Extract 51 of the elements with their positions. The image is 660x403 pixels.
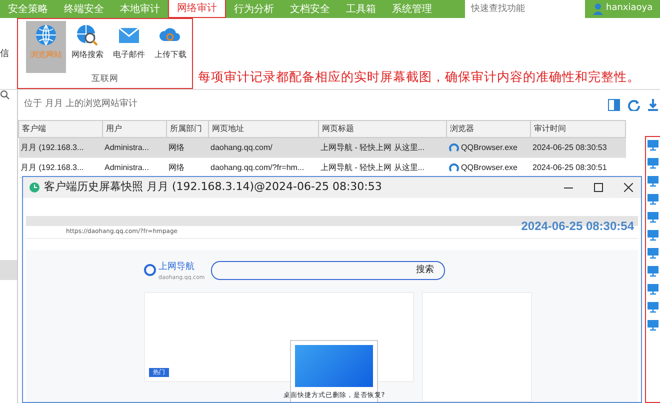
column-header[interactable]: 用户 — [102, 120, 166, 138]
monitor-icon[interactable] — [647, 247, 659, 259]
column-header[interactable]: 网页标题 — [318, 120, 446, 138]
column-header[interactable]: 网页地址 — [208, 120, 318, 138]
column-header[interactable]: 审计时间 — [530, 120, 626, 138]
nav-tab[interactable]: 网络审计 — [168, 0, 226, 18]
logo-text: 上网导航 — [158, 262, 194, 272]
globe-search-icon — [76, 24, 98, 46]
ribbon-button[interactable]: 上传下载 — [150, 21, 190, 73]
monitor-icon[interactable] — [647, 175, 659, 187]
window-title: 客户端历史屏幕快照 月月 (192.168.3.14)@2024-06-25 08:30:53 — [44, 179, 382, 196]
selected-row-highlight — [0, 260, 17, 280]
globe-icon — [34, 24, 57, 46]
monitor-icon[interactable] — [647, 193, 659, 205]
clock-icon — [29, 182, 40, 193]
timestamp-text: 2024-06-25 08:30:54 — [521, 218, 634, 235]
logo-icon — [144, 264, 156, 276]
table-cell: daohang.qq.com/ — [208, 138, 318, 158]
table-cell: 月月 (192.168.3... — [18, 138, 102, 158]
monitor-icon[interactable] — [647, 139, 659, 151]
ribbon-label: 信 — [0, 48, 9, 61]
column-header[interactable]: 浏览器 — [446, 120, 530, 138]
column-header[interactable]: 所属部门 — [166, 120, 208, 138]
table-cell: QQBrowser.exe — [461, 162, 518, 174]
table-cell: 2024-06-25 08:30:53 — [530, 138, 626, 158]
table-row[interactable]: 月月 (192.168.3... Administra... 网络 daohang.qq.com/ 上网导航 - 轻快上网 从这里... QQBrowser.exe 2024-06-25 08:30:53 — [18, 138, 626, 158]
monitor-icon[interactable] — [647, 319, 659, 331]
table-cell: 网络 — [166, 138, 208, 158]
group-label: 互联网 — [90, 73, 120, 86]
refresh-icon[interactable] — [628, 99, 640, 111]
close-icon — [624, 183, 632, 192]
monitor-icon[interactable] — [647, 229, 659, 241]
maximize-icon — [594, 183, 602, 192]
monitor-icon[interactable] — [647, 283, 659, 295]
search-field[interactable]: 快速查找功能 — [465, 0, 585, 18]
user-icon — [593, 3, 603, 15]
table-cell: QQBrowser.exe — [461, 142, 518, 154]
monitor-icon[interactable] — [647, 211, 659, 223]
search-label: 搜索 — [416, 264, 434, 277]
search-icon[interactable] — [0, 90, 10, 100]
monitor-icon[interactable] — [647, 265, 659, 277]
ribbon-button[interactable]: 电子邮件 — [109, 21, 148, 73]
columns-icon[interactable] — [608, 99, 620, 111]
monitor-icon[interactable] — [647, 301, 659, 313]
table-cell: Administra... — [102, 138, 166, 158]
column-header[interactable]: 客户端 — [18, 120, 102, 138]
download-icon[interactable] — [648, 99, 658, 111]
table-cell: 上网导航 - 轻快上网 从这里... — [318, 138, 446, 158]
breadcrumb-text: 位于 月月 上的浏览网站审计 — [24, 98, 138, 112]
ribbon-button[interactable]: 网络搜索 — [68, 21, 107, 73]
monitor-icon[interactable] — [647, 157, 659, 169]
